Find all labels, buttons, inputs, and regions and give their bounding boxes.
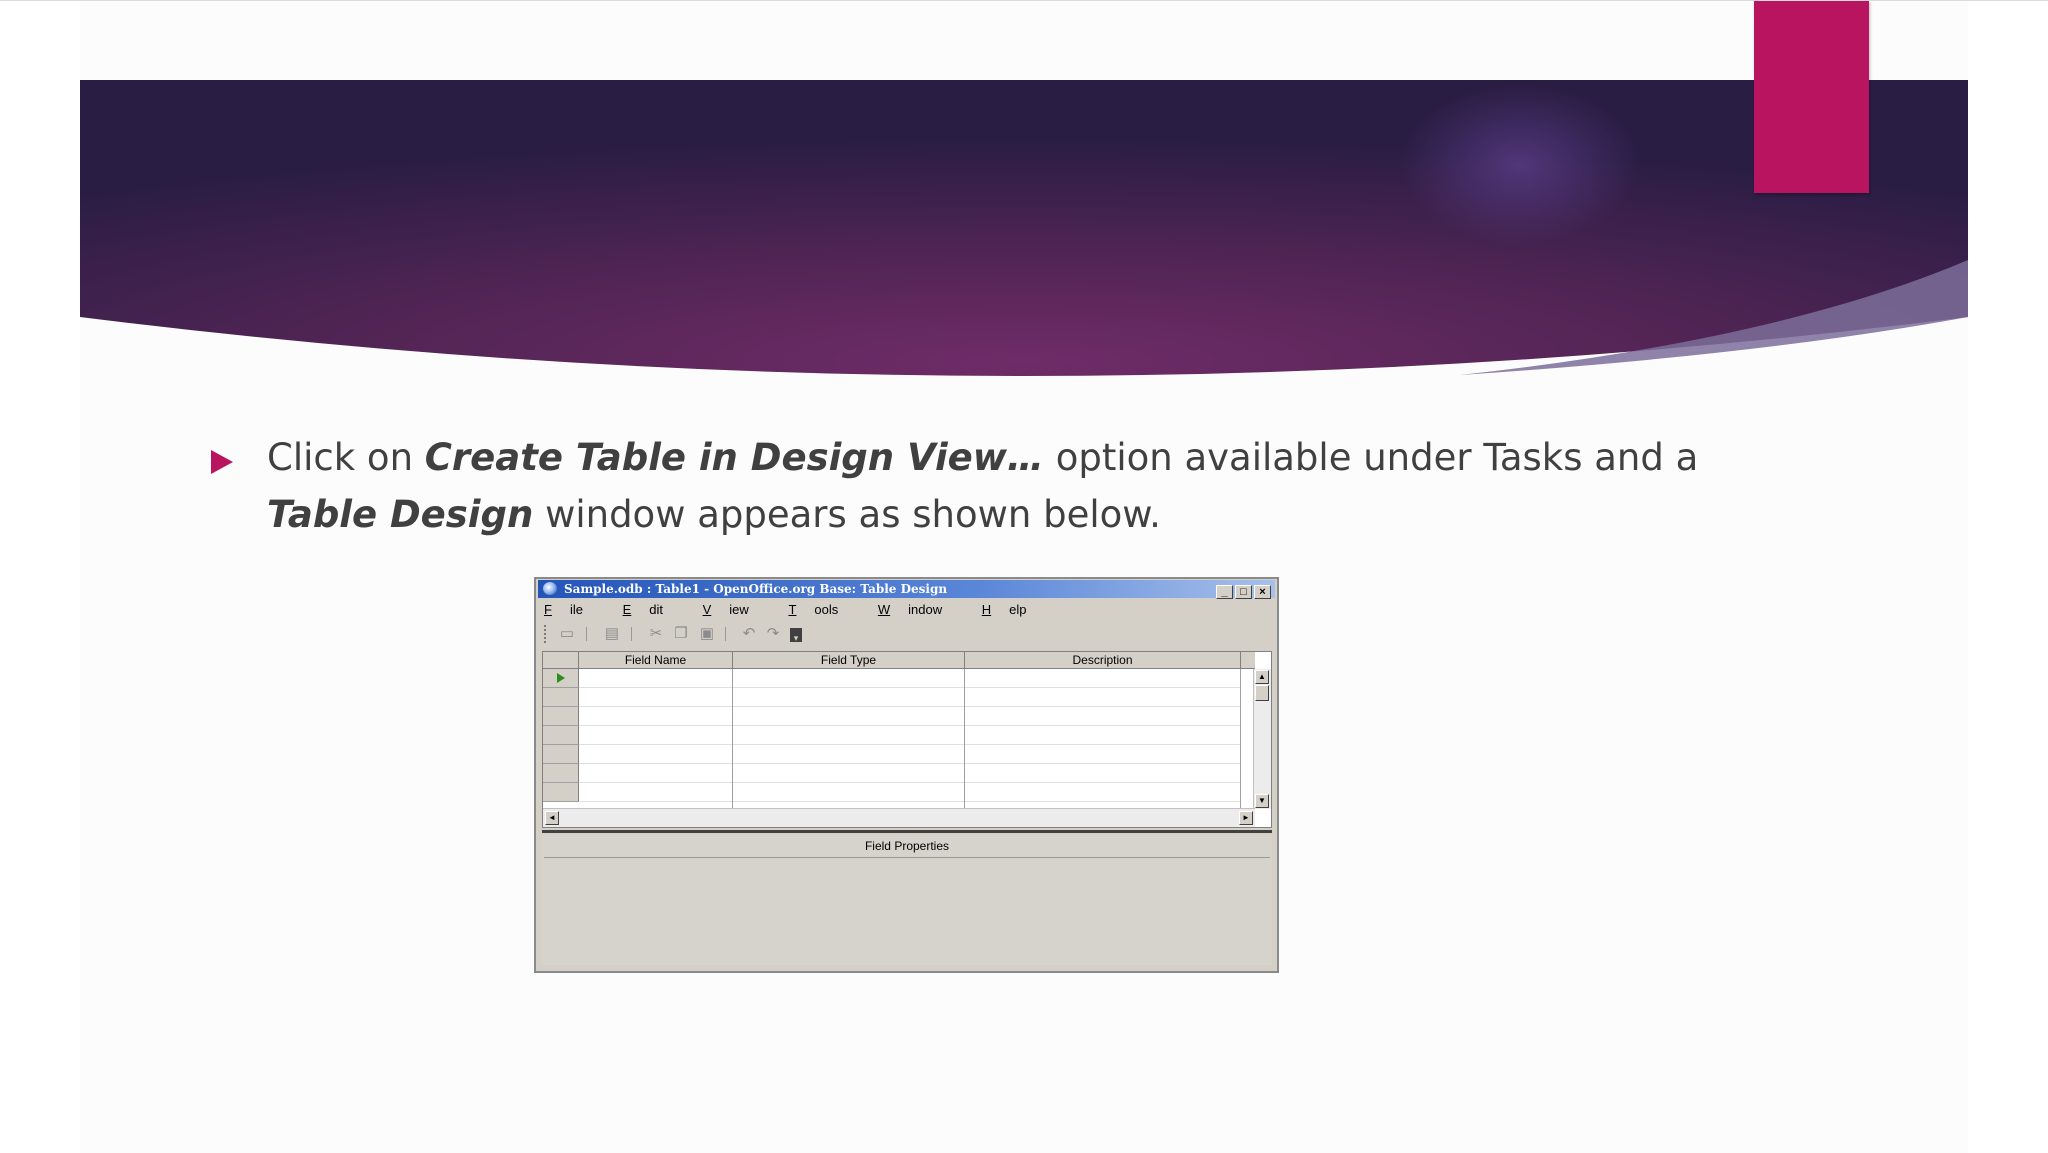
bullet-emphasis: Table Design: [267, 493, 534, 536]
column-divider: [1240, 669, 1241, 809]
row-divider: [579, 687, 1241, 688]
field-properties-divider: [544, 857, 1270, 858]
scroll-left-icon[interactable]: ◄: [545, 811, 559, 825]
column-header-field-type[interactable]: Field Type: [733, 652, 965, 669]
toolbar-grip[interactable]: [544, 625, 549, 643]
corner-header: [543, 652, 579, 669]
menu-file-mnemonic: F: [544, 602, 552, 617]
bullet-arrow-icon: [211, 450, 233, 474]
field-grid-body: Field Name Field Type Description: [543, 652, 1255, 809]
row-header[interactable]: [543, 726, 579, 745]
table-design-window: Sample.odb : Table1 - OpenOffice.org Bas…: [534, 577, 1279, 973]
window-title: Sample.odb : Table1 - OpenOffice.org Bas…: [564, 582, 948, 596]
row-divider: [579, 706, 1241, 707]
window-controls: _ □ ×: [1214, 582, 1271, 600]
minimize-button[interactable]: _: [1216, 585, 1233, 599]
field-properties-label: Field Properties: [864, 839, 950, 853]
header-filler: [1241, 652, 1255, 669]
row-header[interactable]: [543, 783, 579, 802]
accent-tab: [1754, 1, 1869, 193]
menu-bar: File Edit View Tools Window Help: [544, 602, 1063, 618]
menu-window[interactable]: Window: [878, 602, 960, 617]
bullet-text: Click on Create Table in Design View… op…: [267, 429, 1727, 543]
close-button[interactable]: ×: [1254, 585, 1271, 599]
menu-window-label: indow: [908, 602, 943, 617]
menu-tools-label: ools: [814, 602, 839, 617]
menu-tools-mnemonic: T: [788, 602, 797, 617]
menu-help-mnemonic: H: [981, 602, 992, 617]
bullet-text-part: option available under Tasks and a: [1043, 436, 1699, 479]
row-header[interactable]: [543, 688, 579, 707]
row-header[interactable]: [543, 707, 579, 726]
openoffice-app-icon: [543, 582, 557, 595]
scroll-right-icon[interactable]: ►: [1239, 811, 1253, 825]
toolbar-separator: [631, 627, 632, 641]
bullet-emphasis: Create Table in Design View…: [424, 436, 1044, 479]
menu-view[interactable]: View: [703, 602, 767, 617]
copy-icon[interactable]: ❐: [672, 625, 690, 642]
current-row-arrow-icon: [557, 673, 565, 683]
undo-icon[interactable]: ↶: [740, 625, 758, 642]
row-divider: [579, 725, 1241, 726]
menu-file[interactable]: File: [544, 602, 601, 617]
menu-view-label: iew: [729, 602, 749, 617]
paste-icon[interactable]: ▣: [698, 625, 716, 642]
scroll-up-icon[interactable]: ▲: [1255, 670, 1269, 684]
menu-edit-label: dit: [649, 602, 663, 617]
menu-window-mnemonic: W: [877, 602, 891, 617]
field-properties-pane: Field Properties: [542, 835, 1272, 965]
column-divider: [732, 669, 733, 809]
row-header[interactable]: [543, 764, 579, 783]
save-icon[interactable]: ▭: [558, 625, 576, 642]
row-divider: [579, 801, 1241, 802]
scroll-thumb[interactable]: [1255, 685, 1269, 701]
column-header-description[interactable]: Description: [965, 652, 1241, 669]
menu-edit[interactable]: Edit: [623, 602, 681, 617]
menu-help-label: elp: [1009, 602, 1027, 617]
redo-icon[interactable]: ↷: [764, 625, 782, 642]
pane-splitter[interactable]: [542, 830, 1272, 833]
row-divider: [579, 744, 1241, 745]
menu-file-label: ile: [569, 602, 583, 617]
row-divider: [579, 782, 1241, 783]
slide: Click on Create Table in Design View… op…: [0, 0, 2048, 1153]
scroll-down-icon[interactable]: ▼: [1255, 794, 1269, 808]
column-divider: [964, 669, 965, 809]
toolbar: ▭ ▤ ✂ ❐ ▣ ↶ ↷ ▾: [544, 622, 1264, 646]
menu-edit-mnemonic: E: [622, 602, 632, 617]
horizontal-scrollbar[interactable]: ◄ ►: [543, 808, 1255, 827]
toolbar-separator: [586, 627, 587, 641]
row-divider: [579, 763, 1241, 764]
row-header-current[interactable]: [543, 669, 579, 688]
menu-tools[interactable]: Tools: [788, 602, 856, 617]
vertical-scrollbar[interactable]: ▲ ▼: [1253, 669, 1271, 809]
bullet-text-part: Click on: [267, 436, 425, 479]
field-grid: Field Name Field Type Description ▲ ▼ ◄ …: [542, 651, 1272, 828]
title-banner: [80, 80, 1968, 376]
bullet-text-part: window appears as shown below.: [533, 493, 1161, 536]
row-header[interactable]: [543, 745, 579, 764]
maximize-button[interactable]: □: [1235, 585, 1252, 599]
menu-view-mnemonic: V: [702, 602, 712, 617]
column-header-field-name[interactable]: Field Name: [579, 652, 733, 669]
toolbar-separator: [725, 627, 726, 641]
menu-help[interactable]: Help: [982, 602, 1045, 617]
edit-icon[interactable]: ▤: [603, 625, 621, 642]
dropdown-icon[interactable]: ▾: [790, 628, 802, 643]
window-title-bar[interactable]: Sample.odb : Table1 - OpenOffice.org Bas…: [538, 580, 1275, 600]
cut-icon[interactable]: ✂: [647, 625, 665, 642]
